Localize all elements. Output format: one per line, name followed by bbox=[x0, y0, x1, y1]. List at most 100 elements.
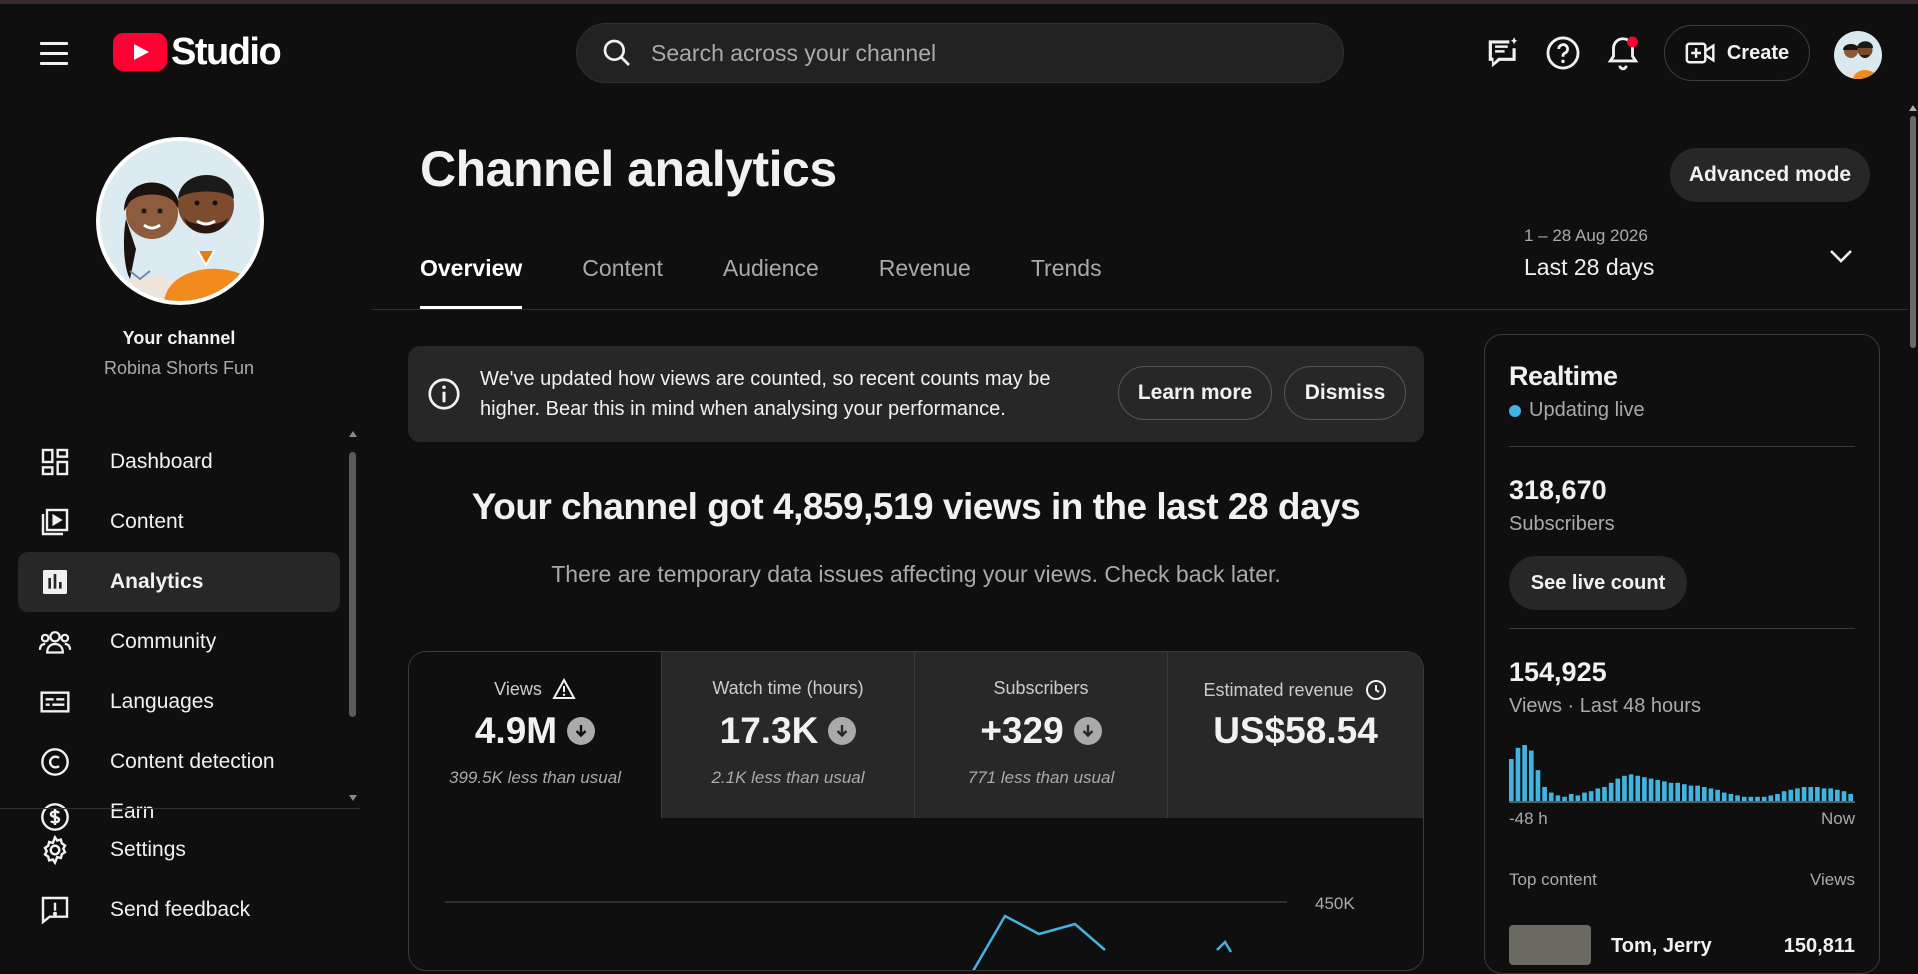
metric-revenue[interactable]: Estimated revenue US$58.54 bbox=[1168, 652, 1423, 818]
realtime-bar bbox=[1755, 796, 1760, 801]
realtime-bar bbox=[1775, 794, 1780, 801]
date-range-label: Last 28 days bbox=[1524, 254, 1655, 280]
realtime-bar bbox=[1655, 780, 1661, 801]
realtime-bar bbox=[1688, 785, 1694, 801]
realtime-bar bbox=[1595, 788, 1601, 801]
tab-content[interactable]: Content bbox=[582, 255, 663, 309]
dismiss-button[interactable]: Dismiss bbox=[1284, 366, 1406, 420]
realtime-bar bbox=[1768, 795, 1774, 801]
views-48h-label: Views · Last 48 hours bbox=[1509, 695, 1701, 717]
realtime-bar bbox=[1728, 794, 1734, 801]
top-bar: Studio Create bbox=[0, 4, 1918, 102]
sidebar-item-analytics[interactable]: Analytics bbox=[18, 552, 340, 612]
info-banner: We've updated how views are counted, so … bbox=[408, 346, 1424, 442]
top-content-item[interactable]: Tom, Jerry 150,811 bbox=[1509, 925, 1855, 965]
channel-avatar[interactable] bbox=[96, 137, 264, 305]
tab-revenue[interactable]: Revenue bbox=[879, 255, 971, 309]
sidebar-item-community[interactable]: Community bbox=[18, 612, 340, 672]
channel-name: Robina Shorts Fun bbox=[103, 358, 255, 378]
sidebar-scrollbar[interactable] bbox=[348, 430, 357, 802]
realtime-bar bbox=[1828, 788, 1834, 801]
main-scrollbar[interactable] bbox=[1908, 104, 1918, 951]
sidebar-item-label: Analytics bbox=[110, 570, 204, 593]
metric-note: 399.5K less than usual bbox=[448, 768, 621, 787]
feedback-icon bbox=[38, 893, 72, 927]
main-scroll-thumb[interactable] bbox=[1910, 116, 1916, 348]
scroll-down-icon bbox=[349, 795, 357, 801]
see-live-count-button[interactable]: See live count bbox=[1509, 556, 1687, 610]
realtime-bar bbox=[1695, 785, 1700, 801]
sidebar-item-label: Send feedback bbox=[110, 898, 251, 921]
realtime-bar bbox=[1781, 791, 1787, 801]
metric-value: 17.3K bbox=[719, 710, 819, 751]
realtime-bar bbox=[1528, 750, 1534, 801]
create-video-icon bbox=[1685, 42, 1715, 64]
metric-watch-time[interactable]: Watch time (hours) 17.3K 2.1K less than … bbox=[662, 652, 915, 818]
realtime-bar bbox=[1801, 787, 1807, 801]
advanced-mode-button[interactable]: Advanced mode bbox=[1670, 148, 1870, 202]
realtime-divider bbox=[1509, 446, 1855, 447]
realtime-bar bbox=[1835, 789, 1840, 801]
notifications-icon[interactable] bbox=[1604, 34, 1642, 74]
create-button[interactable]: Create bbox=[1664, 25, 1810, 81]
views-chart-svg: 450K bbox=[445, 894, 1355, 970]
tab-audience[interactable]: Audience bbox=[723, 255, 819, 309]
learn-more-button[interactable]: Learn more bbox=[1118, 366, 1272, 420]
metric-value: 4.9M bbox=[474, 710, 558, 751]
views-chart[interactable]: 450K bbox=[409, 818, 1423, 970]
sidebar-item-settings[interactable]: Settings bbox=[18, 820, 340, 880]
realtime-bar bbox=[1715, 789, 1720, 801]
comments-icon[interactable] bbox=[1484, 34, 1522, 74]
live-label: Updating live bbox=[1529, 399, 1645, 421]
metric-label: Estimated revenue bbox=[1203, 679, 1354, 700]
data-issue-notice: There are temporary data issues affectin… bbox=[551, 561, 1281, 587]
sidebar-item-label: Content bbox=[110, 510, 184, 533]
metric-subscribers[interactable]: Subscribers +329 771 less than usual bbox=[915, 652, 1168, 818]
realtime-bar-chart[interactable] bbox=[1509, 745, 1855, 817]
date-range-selector[interactable]: 1 – 28 Aug 2026 Last 28 days bbox=[1524, 226, 1864, 286]
studio-logo[interactable]: Studio bbox=[113, 30, 282, 73]
metric-value-row: US$58.54 bbox=[1168, 710, 1423, 752]
arrow-down-icon bbox=[567, 717, 596, 745]
realtime-bar bbox=[1668, 782, 1674, 801]
copyright-icon bbox=[38, 745, 72, 779]
sidebar-item-label: Community bbox=[110, 630, 217, 653]
metric-views[interactable]: Views 4.9M 399.5K less than usual bbox=[409, 652, 662, 818]
sidebar-item-content-detection[interactable]: Content detection bbox=[18, 732, 340, 792]
realtime-bar bbox=[1635, 775, 1641, 801]
tab-overview[interactable]: Overview bbox=[420, 255, 523, 309]
sidebar-item-languages[interactable]: Languages bbox=[18, 672, 340, 732]
sidebar-item-label: Languages bbox=[110, 690, 214, 713]
realtime-bar bbox=[1701, 787, 1707, 801]
realtime-bar bbox=[1588, 791, 1594, 801]
sidebar-scroll-thumb[interactable] bbox=[349, 452, 356, 717]
help-icon[interactable] bbox=[1544, 34, 1582, 74]
realtime-bar bbox=[1841, 791, 1847, 801]
account-avatar[interactable] bbox=[1834, 31, 1882, 79]
realtime-bar bbox=[1555, 795, 1561, 801]
realtime-bar bbox=[1548, 792, 1554, 801]
tab-trends[interactable]: Trends bbox=[1031, 255, 1102, 309]
community-icon bbox=[38, 625, 72, 659]
scroll-up-icon bbox=[349, 431, 357, 437]
sidebar-item-send-feedback[interactable]: Send feedback bbox=[18, 880, 340, 940]
logo-text: Studio bbox=[171, 30, 282, 73]
views-column-label: Views bbox=[1809, 870, 1855, 889]
realtime-bar bbox=[1675, 782, 1681, 801]
axis-end-label: Now bbox=[1820, 809, 1855, 828]
gear-icon bbox=[38, 833, 72, 867]
search-bar[interactable] bbox=[576, 23, 1344, 83]
menu-icon[interactable] bbox=[40, 42, 68, 65]
realtime-bar bbox=[1848, 794, 1854, 801]
metric-label-row: Views bbox=[409, 678, 661, 700]
realtime-title: Realtime bbox=[1509, 361, 1618, 391]
metric-note: 771 less than usual bbox=[967, 768, 1115, 787]
realtime-bar bbox=[1615, 778, 1621, 801]
top-content-views: 150,811 bbox=[1783, 935, 1855, 957]
realtime-bar bbox=[1662, 781, 1667, 801]
sidebar-item-dashboard[interactable]: Dashboard bbox=[18, 432, 340, 492]
realtime-bar bbox=[1721, 792, 1727, 801]
sidebar-item-content[interactable]: Content bbox=[18, 492, 340, 552]
live-dot-icon bbox=[1509, 404, 1521, 417]
search-input[interactable] bbox=[651, 39, 1251, 67]
